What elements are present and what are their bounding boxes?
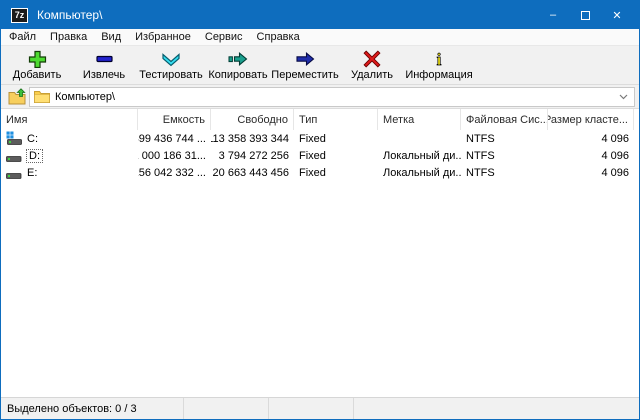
test-button[interactable]: Тестировать — [140, 46, 202, 84]
delete-button[interactable]: Удалить — [341, 46, 403, 84]
copy-button-label: Копировать — [208, 69, 267, 81]
drive-type: Fixed — [294, 130, 378, 147]
extract-minus-icon — [95, 50, 114, 68]
drive-free: 20 663 443 456 — [211, 164, 294, 181]
column-headers: Имя Емкость Свободно Тип Метка Файловая … — [1, 109, 639, 130]
header-name[interactable]: Имя — [1, 109, 138, 130]
delete-button-label: Удалить — [351, 69, 393, 81]
header-free[interactable]: Свободно — [211, 109, 294, 130]
move-arrow-icon — [295, 50, 315, 68]
drive-capacity: 1 000 186 31... — [138, 147, 211, 164]
status-selected-count: Выделено объектов: 0 / 3 — [1, 398, 184, 419]
status-panel-3 — [269, 398, 354, 419]
minimize-button[interactable]: – — [537, 1, 569, 29]
add-plus-icon — [28, 50, 47, 68]
chevron-down-icon[interactable] — [616, 94, 630, 100]
header-type[interactable]: Тип — [294, 109, 378, 130]
title-bar: 7z Компьютер\ – ✕ — [1, 1, 639, 29]
add-button[interactable]: Добавить — [6, 46, 68, 84]
maximize-button[interactable] — [569, 1, 601, 29]
table-row-drive-e[interactable]: E: 256 042 332 ... 20 663 443 456 Fixed … — [1, 164, 639, 181]
drive-name: C: — [27, 133, 38, 145]
drive-label: Локальный ди... — [378, 147, 461, 164]
parent-folder-button[interactable] — [5, 87, 29, 107]
parent-folder-icon — [8, 88, 27, 105]
drive-label: Локальный ди... — [378, 164, 461, 181]
7zip-app-icon[interactable]: 7z — [11, 8, 28, 23]
drive-icon — [6, 148, 22, 163]
header-filesystem[interactable]: Файловая Сис... — [461, 109, 548, 130]
move-button[interactable]: Переместить — [274, 46, 336, 84]
menu-help[interactable]: Справка — [250, 30, 307, 44]
table-row-drive-d[interactable]: D: 1 000 186 31... 3 794 272 256 Fixed Л… — [1, 147, 639, 164]
drive-filesystem: NTFS — [461, 147, 548, 164]
header-label[interactable]: Метка — [378, 109, 461, 130]
status-bar: Выделено объектов: 0 / 3 — [1, 397, 639, 419]
close-button[interactable]: ✕ — [601, 1, 633, 29]
drive-free: 113 358 393 344 — [211, 130, 294, 147]
drive-free: 3 794 272 256 — [211, 147, 294, 164]
drive-type: Fixed — [294, 164, 378, 181]
menu-tools[interactable]: Сервис — [198, 30, 250, 44]
delete-x-icon — [363, 50, 381, 68]
info-button-label: Информация — [405, 69, 472, 81]
menu-favorites[interactable]: Избранное — [128, 30, 198, 44]
toolbar: Добавить Извлечь Тестировать Копировать … — [1, 46, 639, 85]
copy-button[interactable]: Копировать — [207, 46, 269, 84]
header-capacity[interactable]: Емкость — [138, 109, 211, 130]
info-button[interactable]: i Информация — [408, 46, 470, 84]
window-title: Компьютер\ — [37, 8, 537, 22]
status-panel-2 — [184, 398, 269, 419]
move-button-label: Переместить — [271, 69, 338, 81]
header-cluster[interactable]: Размер класте... — [548, 109, 634, 130]
drive-filesystem: NTFS — [461, 130, 548, 147]
test-chevron-icon — [161, 50, 181, 68]
address-value: Компьютер\ — [55, 91, 616, 103]
system-drive-icon — [6, 131, 22, 146]
extract-button-label: Извлечь — [83, 69, 125, 81]
window-controls: – ✕ — [537, 1, 633, 29]
menu-bar: Файл Правка Вид Избранное Сервис Справка — [1, 29, 639, 46]
menu-file[interactable]: Файл — [2, 30, 43, 44]
drive-capacity: 256 042 332 ... — [138, 164, 211, 181]
drive-cluster: 4 096 — [548, 130, 634, 147]
drive-cluster: 4 096 — [548, 164, 634, 181]
copy-arrow-icon — [228, 50, 248, 68]
drive-filesystem: NTFS — [461, 164, 548, 181]
menu-edit[interactable]: Правка — [43, 30, 94, 44]
address-combo[interactable]: Компьютер\ — [29, 87, 635, 107]
drive-cluster: 4 096 — [548, 147, 634, 164]
status-panel-4 — [354, 398, 639, 419]
drive-icon — [6, 165, 22, 180]
7zip-window: 7z Компьютер\ – ✕ Файл Правка Вид Избран… — [0, 0, 640, 420]
file-list: Имя Емкость Свободно Тип Метка Файловая … — [1, 109, 639, 397]
info-icon: i — [432, 50, 446, 68]
test-button-label: Тестировать — [139, 69, 203, 81]
maximize-icon — [581, 11, 590, 20]
svg-text:i: i — [437, 50, 442, 68]
add-button-label: Добавить — [13, 69, 62, 81]
address-bar: Компьютер\ — [1, 85, 639, 109]
drive-name-focused: D: — [27, 150, 42, 162]
drive-name: E: — [27, 167, 37, 179]
extract-button[interactable]: Извлечь — [73, 46, 135, 84]
drive-type: Fixed — [294, 147, 378, 164]
drive-label — [378, 130, 461, 147]
menu-view[interactable]: Вид — [94, 30, 128, 44]
folder-icon — [34, 90, 50, 103]
table-row-drive-c[interactable]: C: 499 436 744 ... 113 358 393 344 Fixed… — [1, 130, 639, 147]
drive-capacity: 499 436 744 ... — [138, 130, 211, 147]
